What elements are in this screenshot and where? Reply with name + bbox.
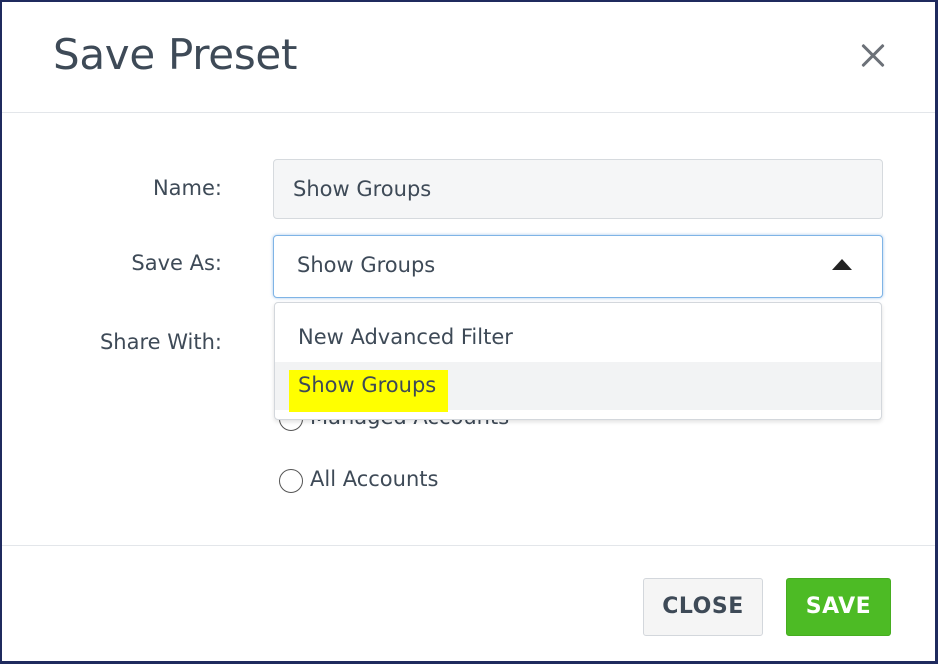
dropdown-option-label: New Advanced Filter bbox=[298, 325, 513, 349]
close-button[interactable]: CLOSE bbox=[643, 578, 763, 636]
name-label: Name: bbox=[152, 176, 222, 200]
radio-button-icon[interactable] bbox=[279, 469, 303, 493]
save-as-label: Save As: bbox=[131, 251, 222, 275]
name-input[interactable] bbox=[273, 159, 883, 219]
dialog-header: Save Preset bbox=[2, 2, 935, 113]
save-preset-dialog: Save Preset Name: Save As: Show Groups S… bbox=[0, 0, 938, 664]
radio-label: All Accounts bbox=[310, 467, 439, 491]
save-button[interactable]: SAVE bbox=[786, 578, 891, 636]
dropdown-option-label: Show Groups bbox=[298, 373, 437, 397]
dialog-title: Save Preset bbox=[53, 30, 298, 79]
share-with-label: Share With: bbox=[99, 330, 222, 354]
dropdown-option-show-groups[interactable]: Show Groups bbox=[275, 362, 881, 412]
save-as-selected-value: Show Groups bbox=[297, 253, 436, 277]
save-as-select[interactable]: Show Groups bbox=[273, 235, 883, 298]
dropdown-option-new-advanced-filter[interactable]: New Advanced Filter bbox=[275, 315, 881, 363]
save-as-dropdown-menu: New Advanced Filter Show Groups bbox=[274, 302, 882, 420]
footer-divider bbox=[2, 545, 935, 546]
caret-up-icon bbox=[832, 259, 852, 270]
close-icon[interactable] bbox=[855, 38, 891, 74]
